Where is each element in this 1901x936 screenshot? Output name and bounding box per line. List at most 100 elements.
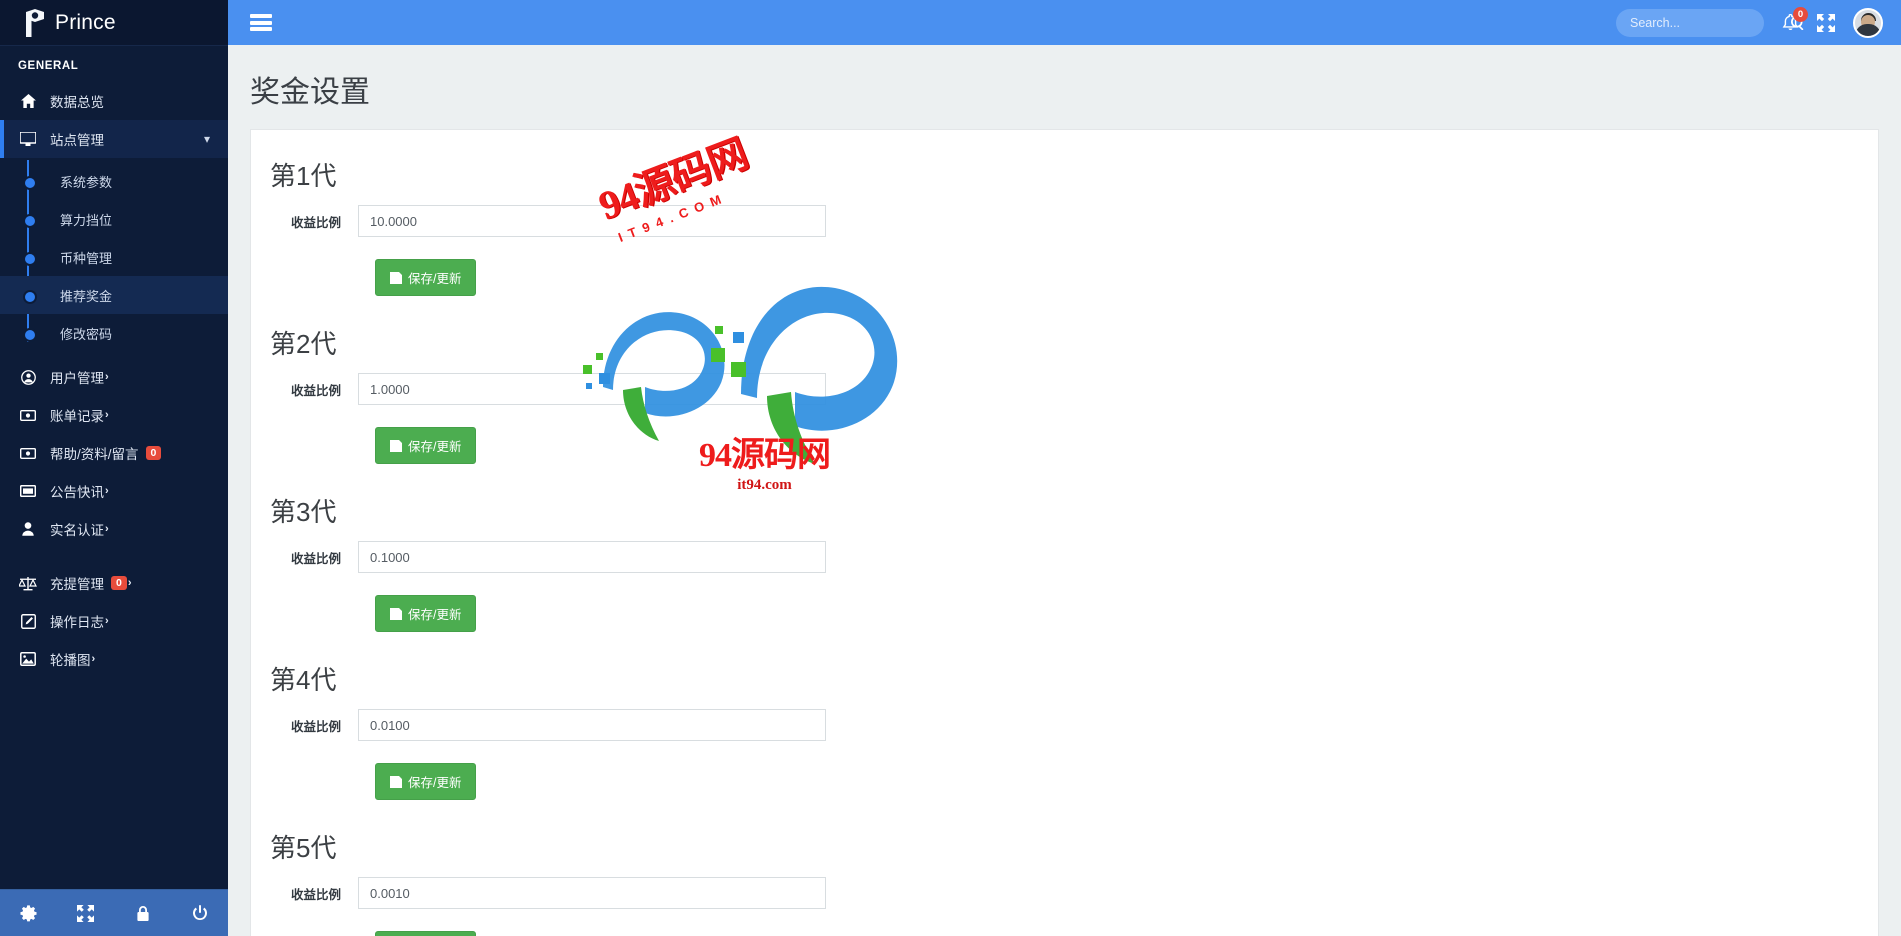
generation-block: 第2代 收益比例 保存/更新 [251,324,1878,492]
form-actions: 保存/更新 [251,931,1878,936]
sidebar-item-announcements[interactable]: 公告快讯 › [0,472,228,510]
top-navigation-bar: 0 [228,0,1901,45]
sidebar-item-help-docs-messages[interactable]: 帮助/资料/留言 0 [0,434,228,472]
notifications-button[interactable]: 0 [1782,6,1808,32]
sidebar-item-label: 数据总览 [50,95,104,110]
gear-icon[interactable] [14,898,44,928]
generation-heading: 第4代 [270,665,337,695]
profit-ratio-input[interactable] [358,373,826,405]
expand-arrows-icon[interactable] [71,898,101,928]
sidebar-subitem-label: 系统参数 [60,174,113,190]
save-update-button[interactable]: 保存/更新 [375,931,477,936]
avatar-body [1855,23,1881,36]
chevron-right-icon: › [91,653,96,665]
sidebar-subitem-system-params[interactable]: 系统参数 [0,162,228,200]
balance-scale-icon [18,576,38,591]
user-avatar[interactable] [1853,7,1883,38]
sidebar-item-deposit-withdraw[interactable]: 充提管理 0 › [0,564,228,602]
user-circle-icon [18,369,38,385]
save-button-label: 保存/更新 [408,440,462,454]
chevron-right-icon: › [105,523,109,535]
sidebar-item-user-management[interactable]: 用户管理 › [0,358,228,396]
sidebar-item-carousel[interactable]: 轮播图 › [0,640,228,678]
form-row: 收益比例 [251,877,1878,909]
sidebar-item-dashboard[interactable]: 数据总览 [0,82,228,120]
save-button-label: 保存/更新 [408,272,462,286]
generation-heading: 第2代 [270,329,337,359]
search-input[interactable] [1630,15,1791,30]
sidebar-item-label: 操作日志 [50,615,104,630]
generation-heading: 第3代 [270,497,337,527]
save-update-button[interactable]: 保存/更新 [375,763,477,800]
sidebar-subitem-referral-bonus[interactable]: 推荐奖金 [0,276,228,314]
prince-p-logo-icon [22,8,48,37]
save-icon [390,271,402,284]
save-update-button[interactable]: 保存/更新 [375,259,477,296]
generation-heading: 第5代 [270,833,337,863]
money-bill-icon [18,409,38,421]
sidebar-subitem-change-password[interactable]: 修改密码 [0,314,228,352]
sidebar: Prince GENERAL 数据总览 站点管理 ▾ 系统参数 算力挡位 币种管… [0,0,228,936]
form-row: 收益比例 [251,709,1878,741]
sidebar-item-billing-records[interactable]: 账单记录 › [0,396,228,434]
application-window: Prince GENERAL 数据总览 站点管理 ▾ 系统参数 算力挡位 币种管… [0,0,1901,936]
sidebar-item-label: 用户管理 [50,371,104,386]
save-icon [390,439,402,452]
page-title: 奖金设置 [250,76,370,109]
brand-logo[interactable]: Prince [0,0,228,46]
power-off-icon[interactable] [185,898,215,928]
sidebar-item-label: 轮播图 [50,653,91,668]
chevron-right-icon: › [105,615,109,627]
sidebar-item-operation-log[interactable]: 操作日志 › [0,602,228,640]
form-row: 收益比例 [251,541,1878,573]
sidebar-subitem-hashrate-tiers[interactable]: 算力挡位 [0,200,228,238]
save-update-button[interactable]: 保存/更新 [375,427,477,464]
brand-name: Prince [55,10,116,34]
main-content: 奖金设置 94源码网 IT94.COM 94源码网 it94.com 第1代 收… [228,45,1901,936]
lock-icon[interactable] [128,898,158,928]
profit-ratio-input[interactable] [358,877,826,909]
image-icon [18,652,38,666]
user-icon [18,522,38,536]
form-actions: 保存/更新 [251,595,1878,632]
sidebar-item-site-management[interactable]: 站点管理 ▾ [0,120,228,158]
form-actions: 保存/更新 [251,259,1878,296]
save-update-button[interactable]: 保存/更新 [375,595,477,632]
profit-ratio-label: 收益比例 [290,887,341,902]
profit-ratio-input[interactable] [358,709,826,741]
sidebar-subitem-currency-management[interactable]: 币种管理 [0,238,228,276]
generation-block: 第4代 收益比例 保存/更新 [251,660,1878,828]
topbar-actions: 0 [1616,6,1901,38]
sidebar-item-label: 实名认证 [50,523,104,538]
fullscreen-expand-icon[interactable] [1817,13,1835,32]
save-icon [390,607,402,620]
form-actions: 保存/更新 [251,763,1878,800]
generation-heading: 第1代 [270,161,337,191]
sidebar-item-label: 帮助/资料/留言 [50,447,139,462]
profit-ratio-input[interactable] [358,541,826,573]
profit-ratio-input[interactable] [358,205,826,237]
bonus-settings-card: 94源码网 IT94.COM 94源码网 it94.com 第1代 收益比例 1… [250,129,1879,936]
sidebar-item-real-name-verification[interactable]: 实名认证 › [0,510,228,548]
sidebar-section-title: GENERAL [18,60,79,72]
chevron-right-icon: › [105,485,109,497]
form-row: 收益比例 [251,373,1878,405]
form-row: 收益比例 [251,205,1878,237]
notification-count-badge: 0 [1793,6,1808,22]
hamburger-icon[interactable] [250,14,272,31]
save-button-label: 保存/更新 [408,776,462,790]
save-icon [390,775,402,788]
sidebar-item-label: 公告快讯 [50,485,104,500]
profit-ratio-label: 收益比例 [290,383,341,398]
sidebar-item-label: 账单记录 [50,409,104,424]
chevron-down-icon: ▾ [203,132,210,146]
sidebar-subitem-label: 币种管理 [60,250,113,266]
search-box[interactable] [1616,8,1804,37]
edit-square-icon [18,613,38,629]
sidebar-subitem-label: 算力挡位 [60,212,113,228]
sidebar-item-label: 站点管理 [50,133,104,148]
sidebar-subitem-label: 修改密码 [60,326,113,342]
form-actions: 保存/更新 [251,427,1878,464]
sidebar-footer [0,889,228,936]
profit-ratio-label: 收益比例 [290,215,341,230]
